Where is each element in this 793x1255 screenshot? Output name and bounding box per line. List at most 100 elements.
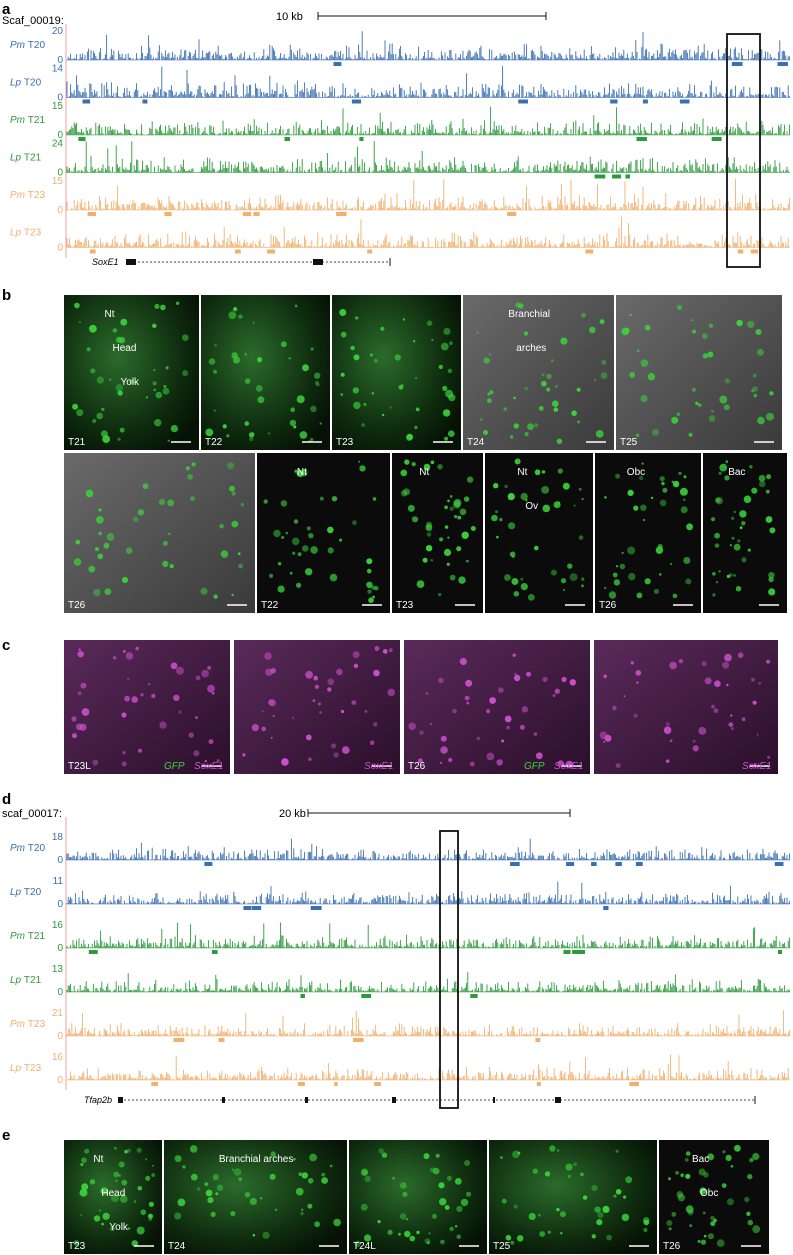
e-1-image: T24 Branchial arches [164,1140,347,1254]
peak-block [563,950,571,954]
track-zero: 0 [57,205,63,216]
peak-block [267,249,275,254]
track-pm-t23: Pm T23 21 0 [10,1008,790,1042]
peak-block [89,249,96,254]
peak-block [361,994,372,998]
track-label: Lp T20 [10,78,42,89]
structure-label: Ov [525,501,538,512]
peak-block [336,212,347,216]
peak-block [88,950,98,954]
c-3-image: SoxE1 [594,640,778,774]
structure-label: Nt [419,467,429,478]
peak-block [629,1082,639,1086]
coverage-signal [66,922,790,948]
track-label: Lp T23 [10,228,42,239]
peak-block [253,212,260,216]
track-label: Lp T23 [10,1063,42,1074]
b-top-1-image: T22 [201,295,330,450]
peak-block [774,862,784,866]
soxe1-label: SoxE1 [194,761,223,772]
track-lp-t21: Lp T21240 [10,139,790,179]
tracks-a: Pm T20200Lp T20140Pm T21150Lp T21240Pm T… [10,26,790,254]
track-label: Pm T21 [10,931,45,942]
track-zero: 0 [57,899,63,910]
e-3-image: T25 [489,1140,657,1254]
track-zero: 0 [57,855,63,866]
panel-e-images: T23 Nt Head Yolk T24 Branchial arches T24L T25 T… [64,1140,769,1254]
track-label: Pm T20 [10,843,45,854]
peak-block [603,906,609,910]
peak-block [777,62,788,66]
panel-letter-c: c [2,637,10,654]
peak-block [173,1038,185,1042]
track-label: Pm T21 [10,115,45,126]
soxe1-label: SoxE1 [554,761,583,772]
track-label: Pm T20 [10,40,45,51]
gfp-label: GFP [164,761,185,772]
structure-label: Branchial [508,309,550,320]
gene-model-d: Tfap2b [84,1095,756,1105]
peak-block [333,62,342,66]
peak-block [351,99,362,104]
highlight-box-a [726,33,761,268]
coverage-signal [66,971,790,992]
scale-text-d: 20 kb [279,808,306,820]
peak-block [310,906,322,910]
stage-label: T26 [408,761,426,772]
track-max: 13 [52,964,64,975]
peak-block [635,862,643,866]
scale-bar-d: 20 kb [279,808,571,820]
peak-block [243,906,252,910]
peak-block [352,1038,364,1042]
b-bottom-0-image: T26 [64,453,255,613]
scaffold-label-d: scaf_00017: [2,808,62,820]
c-2-image: T26 SoxE1 GFP [404,640,590,774]
peak-block [242,212,252,216]
structure-label: Bac [692,1154,709,1165]
track-label: Lp T21 [10,975,42,986]
structure-label: Obc [700,1188,718,1199]
peak-block [594,174,606,179]
b-bottom-4-image: T26 Obc [595,453,701,613]
peak-block [164,212,172,216]
track-max: 16 [52,920,64,931]
soxe1-label: SoxE1 [364,761,393,772]
b-bottom-1-image: T22 Nt [257,453,390,613]
peak-block [334,1082,338,1086]
track-label: Pm T23 [10,1019,45,1030]
peak-block [284,137,290,141]
structure-label: Obc [627,467,645,478]
scale-text-a: 10 kb [276,11,303,23]
structure-label: Bac [728,467,745,478]
e-2-image: T24L [349,1140,487,1254]
peak-block [625,174,630,179]
stage-label: T24 [467,437,485,448]
peak-block [142,99,148,104]
track-pm-t23: Pm T23 15 0 [10,176,790,216]
structure-label: Yolk [109,1222,129,1233]
peak-block [636,137,647,141]
stage-label: T23 [396,600,414,611]
stage-label: T26 [68,600,86,611]
track-zero: 0 [57,943,63,954]
b-bottom-3-image: Nt Ov [485,453,593,613]
track-pm-t20: Pm T20 18 0 [10,832,790,866]
b-top-2-image: T23 [332,295,461,450]
coverage-signal [66,106,790,135]
peak-block [535,1038,541,1042]
stage-label: T26 [663,1241,681,1252]
b-top-0-image: T21 Nt Head Yolk [64,295,199,450]
track-lp-t21: Lp T21 13 0 [10,964,790,998]
track-max: 11 [53,876,64,887]
scale-bar-a: 10 kb [276,11,547,23]
peak-block [82,99,91,104]
stage-label: T22 [205,437,223,448]
peak-block [87,212,96,216]
structure-label: Head [113,343,137,354]
highlight-box-d [439,830,459,1109]
stage-label: T22 [261,600,279,611]
track-label: Lp T20 [10,887,42,898]
stage-label: T21 [68,437,86,448]
track-max: 15 [52,101,64,112]
peak-block [297,1082,305,1086]
